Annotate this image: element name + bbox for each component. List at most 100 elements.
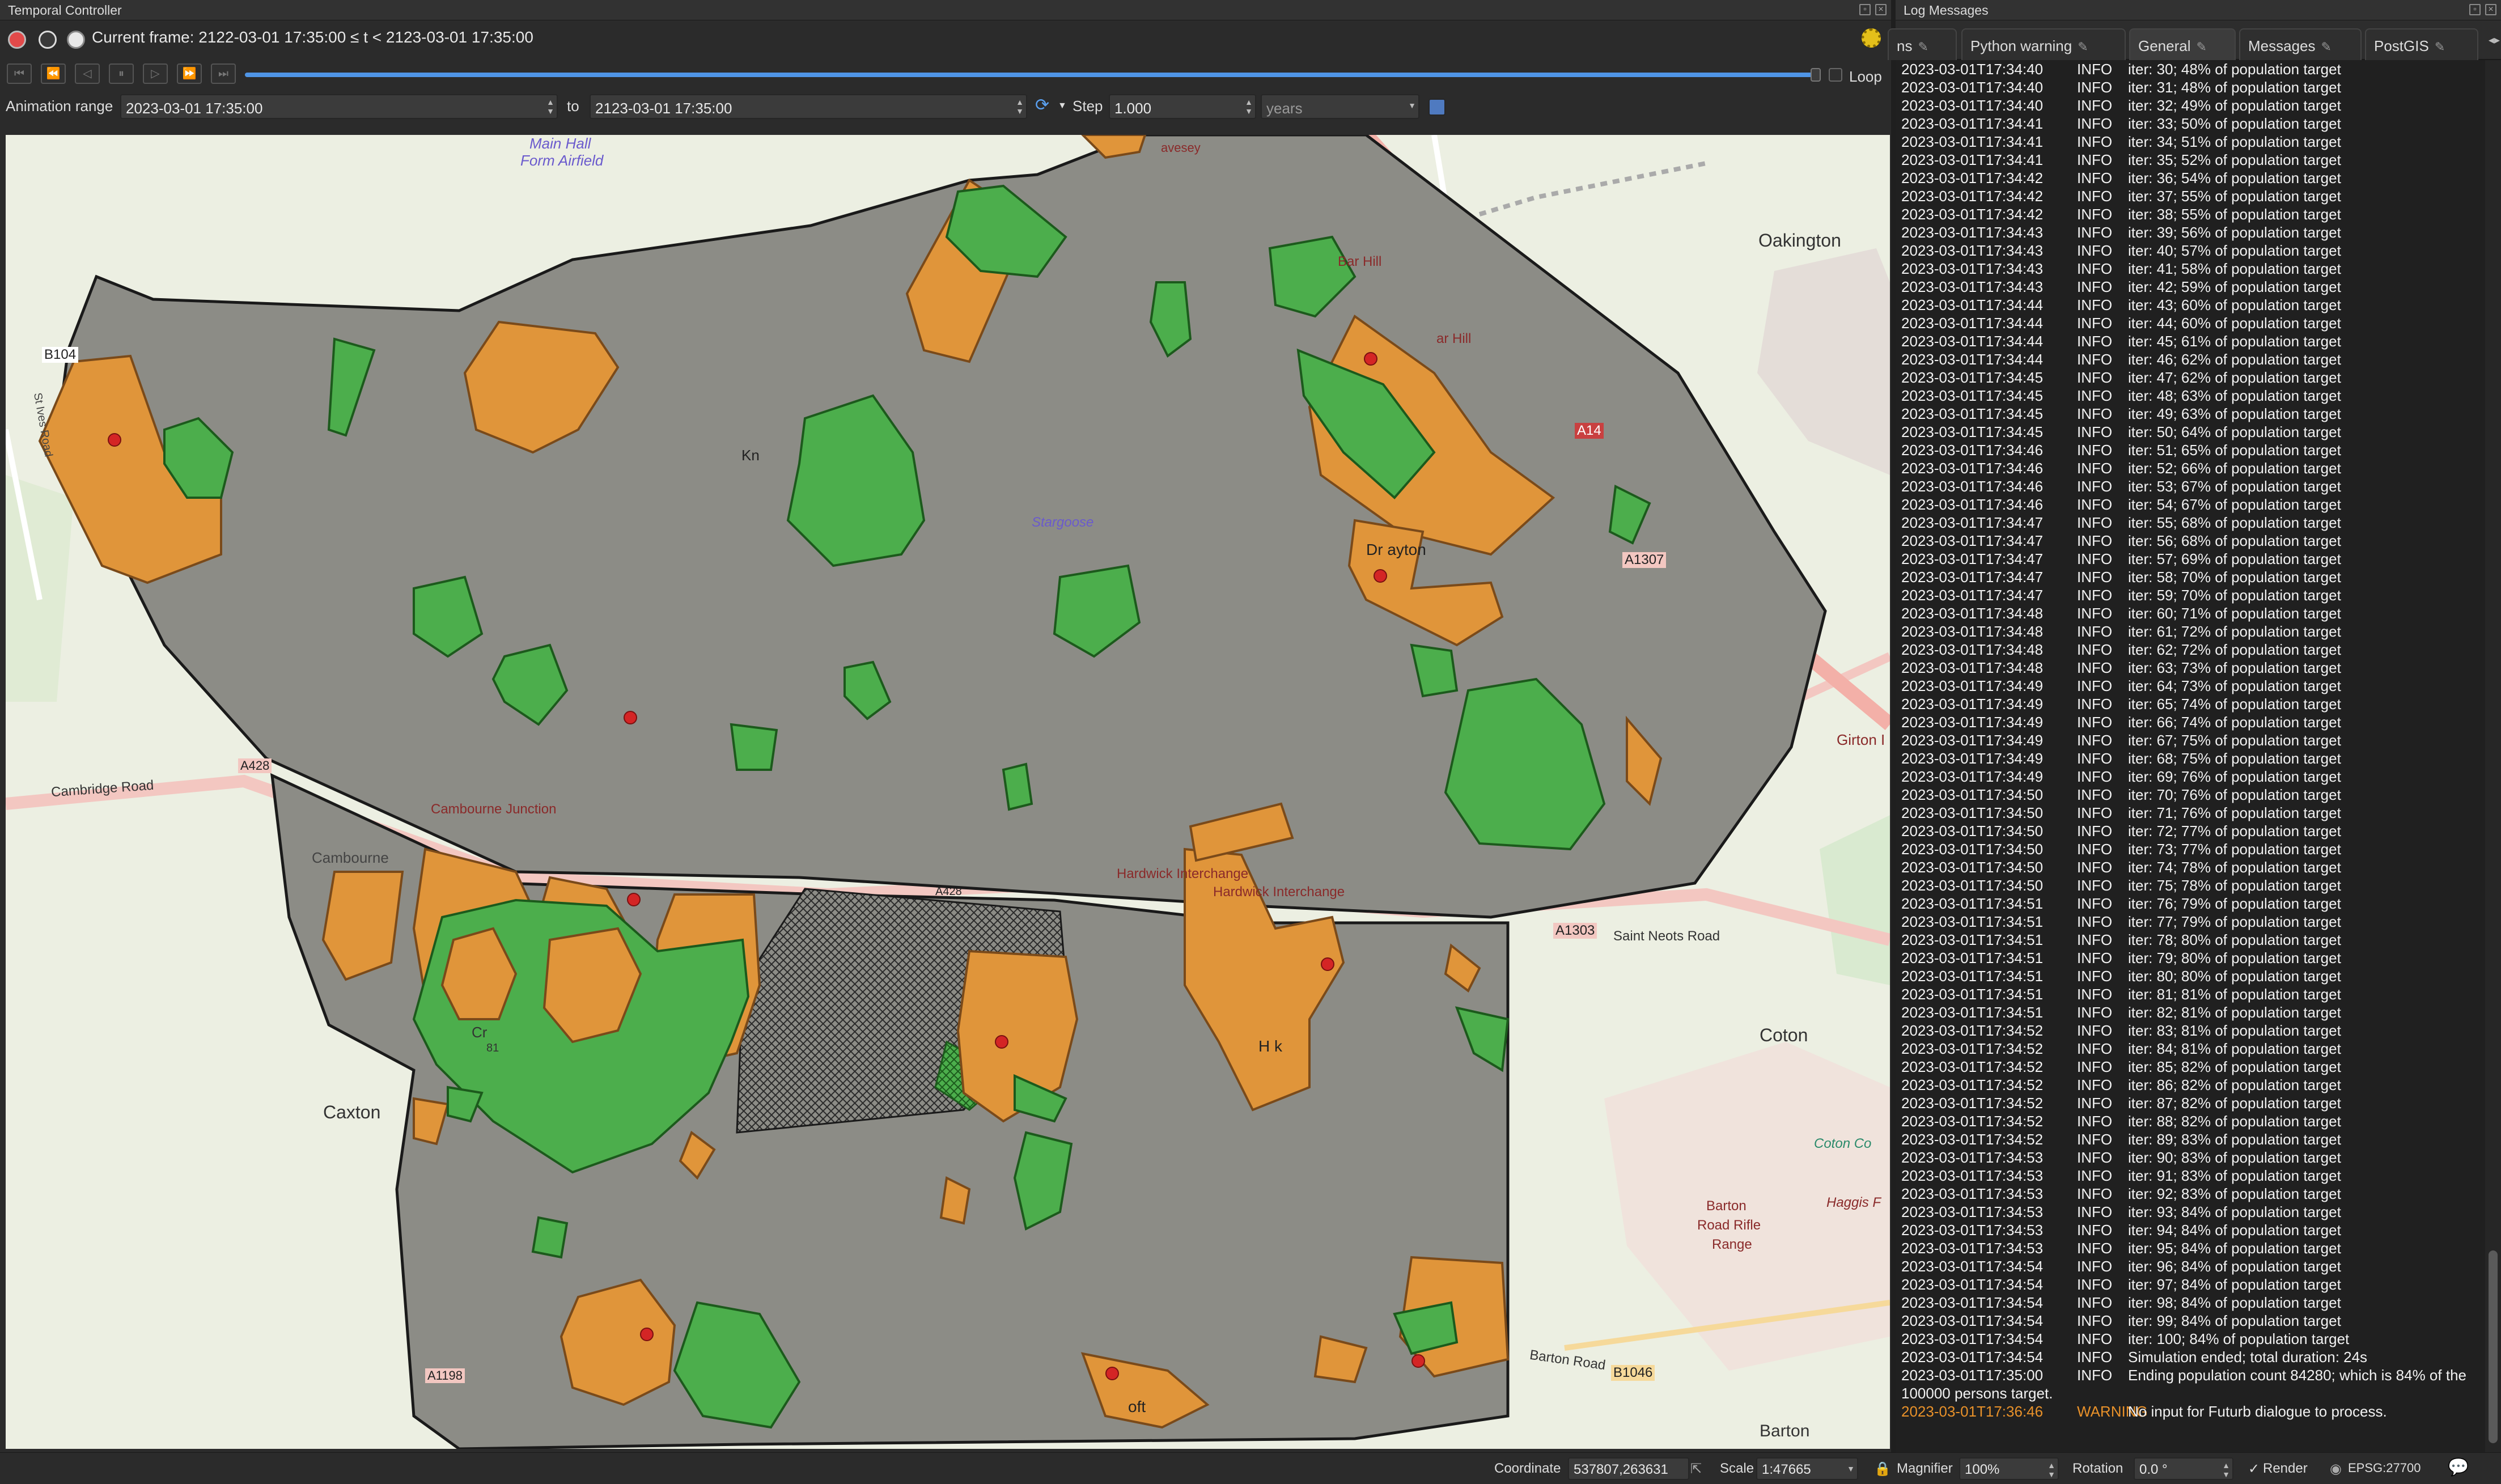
log-level: INFO	[2077, 188, 2113, 205]
log-level: INFO	[2077, 1185, 2113, 1202]
coordinate-field[interactable]: 537807,263631	[1568, 1457, 1689, 1480]
log-level: INFO	[2077, 1149, 2113, 1166]
tab-plugins[interactable]: ns ✎	[1888, 28, 1957, 60]
tab-close-icon[interactable]: ✎	[2197, 40, 2207, 54]
float-icon[interactable]: ▫	[1859, 4, 1871, 15]
chevron-down-icon: ▼	[1408, 101, 1416, 110]
settings-gear-icon[interactable]	[1862, 28, 1881, 48]
log-entry: 2023-03-01T17:34:43 INFO iter: 39; 56% of …	[1901, 223, 2479, 241]
previous-frame-button[interactable]: ⏪	[41, 63, 66, 84]
log-entry: 2023-03-01T17:34:47 INFO iter: 59; 70% of …	[1901, 586, 2479, 604]
rotation-field[interactable]: 0.0 ° ▲ ▼	[2134, 1457, 2233, 1480]
log-scroll-thumb[interactable]	[2489, 1250, 2498, 1443]
stop-navigation-icon[interactable]	[8, 31, 26, 49]
log-entry: 2023-03-01T17:34:45 INFO iter: 47; 62% of …	[1901, 368, 2479, 387]
fixed-range-icon[interactable]	[39, 31, 57, 49]
loop-checkbox[interactable]	[1829, 68, 1842, 82]
close-icon[interactable]: ×	[2485, 4, 2496, 15]
log-level: INFO	[2077, 1113, 2113, 1130]
render-checkbox[interactable]: ✓	[2248, 1461, 2260, 1477]
scale-field[interactable]: 1:47665 ▼	[1756, 1457, 1858, 1480]
log-entry: 2023-03-01T17:34:50 INFO iter: 75; 78% of …	[1901, 876, 2479, 894]
loop-label: Loop	[1849, 68, 1882, 85]
tab-postgis[interactable]: PostGIS ✎	[2365, 28, 2478, 60]
lock-icon[interactable]: 🔒	[1874, 1461, 1891, 1477]
log-level: INFO	[2077, 641, 2113, 658]
log-message: iter: 37; 55% of population target	[2128, 188, 2341, 205]
log-level: INFO	[2077, 931, 2113, 948]
tab-messages[interactable]: Messages ✎	[2239, 28, 2362, 60]
log-level: INFO	[2077, 242, 2113, 259]
log-message: iter: 100; 84% of population target	[2128, 1330, 2350, 1347]
animation-range-label: Animation range	[6, 97, 113, 115]
log-entry: 2023-03-01T17:34:40 INFO iter: 32; 49% of …	[1901, 96, 2479, 115]
globe-icon[interactable]: ◉	[2330, 1461, 2342, 1477]
log-tabs: ns ✎ Python warning ✎ General ✎ Messages ✎ P…	[1888, 20, 2501, 60]
log-timestamp: 2023-03-01T17:34:44	[1901, 333, 2044, 350]
next-frame-button[interactable]: ⏩	[177, 63, 202, 84]
tab-close-icon[interactable]: ✎	[2435, 40, 2445, 54]
log-message: iter: 54; 67% of population target	[2128, 496, 2341, 513]
map-label: H k	[1258, 1037, 1282, 1055]
close-icon[interactable]: ×	[1875, 4, 1887, 15]
messages-icon[interactable]: 💬	[2448, 1457, 2469, 1477]
log-message: iter: 66; 74% of population target	[2128, 714, 2341, 731]
log-timestamp: 2023-03-01T17:34:41	[1901, 115, 2044, 132]
log-timestamp: 2023-03-01T17:34:42	[1901, 206, 2044, 223]
rewind-to-start-button[interactable]: ⏮	[7, 63, 32, 84]
log-entry: 2023-03-01T17:34:53 INFO iter: 94; 84% of …	[1901, 1221, 2479, 1239]
time-slider-track[interactable]	[245, 73, 1816, 77]
map-svg[interactable]	[6, 135, 1890, 1449]
spinner-icon[interactable]: ▲ ▼	[2222, 1461, 2230, 1479]
log-timestamp: 2023-03-01T17:34:47	[1901, 550, 2044, 567]
spinner-icon[interactable]: ▲ ▼	[1245, 97, 1253, 116]
refresh-dropdown-icon[interactable]: ▼	[1058, 101, 1067, 111]
export-icon[interactable]	[1428, 99, 1446, 116]
spinner-icon[interactable]: ▲ ▼	[546, 97, 554, 116]
float-icon[interactable]: ▫	[2469, 4, 2481, 15]
map-canvas[interactable]: Main Hall Form Airfield B104 St Ives Roa…	[6, 135, 1890, 1449]
toggle-extents-icon[interactable]: ⇱	[1690, 1461, 1702, 1477]
step-unit-select[interactable]: years ▼	[1261, 94, 1419, 119]
spinner-icon[interactable]: ▲ ▼	[2048, 1461, 2055, 1479]
log-message: iter: 94; 84% of population target	[2128, 1222, 2341, 1239]
animated-navigation-icon[interactable]	[67, 31, 85, 49]
tab-scroll-icon[interactable]: ◂▸	[2489, 33, 2500, 47]
log-entry: 2023-03-01T17:34:40 INFO iter: 30; 48% of …	[1901, 60, 2479, 78]
log-level: INFO	[2077, 569, 2113, 586]
pause-button[interactable]: ⏸	[109, 63, 134, 84]
refresh-range-icon[interactable]: ⟳	[1035, 95, 1049, 115]
log-entry: 2023-03-01T17:34:51 INFO iter: 80; 80% of …	[1901, 967, 2479, 985]
log-level: INFO	[2077, 714, 2113, 731]
tab-close-icon[interactable]: ✎	[1918, 40, 1928, 54]
play-backwards-button[interactable]: ◁	[75, 63, 100, 84]
time-slider-handle[interactable]	[1811, 68, 1821, 82]
log-entry: 2023-03-01T17:34:42 INFO iter: 38; 55% of …	[1901, 205, 2479, 223]
range-end-field[interactable]: 2123-03-01 17:35:00 ▲ ▼	[590, 94, 1027, 119]
crs-label[interactable]: EPSG:27700	[2348, 1461, 2421, 1475]
log-level: INFO	[2077, 1022, 2113, 1039]
skip-to-end-button[interactable]: ⏭	[211, 63, 236, 84]
log-timestamp: 2023-03-01T17:34:48	[1901, 659, 2044, 676]
tab-close-icon[interactable]: ✎	[2321, 40, 2332, 54]
step-label: Step	[1073, 97, 1103, 115]
spinner-icon[interactable]: ▲ ▼	[1016, 97, 1024, 116]
map-label: Form Airfield	[520, 152, 604, 169]
log-level: INFO	[2077, 296, 2113, 313]
log-list[interactable]: 2023-03-01T17:34:40 INFO iter: 30; 48% of …	[1901, 60, 2479, 1452]
tab-label: Python warning	[1970, 37, 2072, 54]
log-level: INFO	[2077, 550, 2113, 567]
log-message: iter: 42; 59% of population target	[2128, 278, 2341, 295]
log-level: INFO	[2077, 986, 2113, 1003]
tab-general[interactable]: General ✎	[2129, 28, 2236, 60]
log-entry: 2023-03-01T17:34:47 INFO iter: 57; 69% of …	[1901, 550, 2479, 568]
tab-close-icon[interactable]: ✎	[2078, 40, 2088, 54]
log-level: INFO	[2077, 623, 2113, 640]
step-value-field[interactable]: 1.000 ▲ ▼	[1109, 94, 1256, 119]
tab-python-warning[interactable]: Python warning ✎	[1961, 28, 2126, 60]
magnifier-field[interactable]: 100% ▲ ▼	[1959, 1457, 2059, 1480]
play-button[interactable]: ▷	[143, 63, 168, 84]
log-scrollbar[interactable]	[2485, 60, 2501, 1452]
range-start-field[interactable]: 2023-03-01 17:35:00 ▲ ▼	[120, 94, 558, 119]
log-level: INFO	[2077, 115, 2113, 132]
